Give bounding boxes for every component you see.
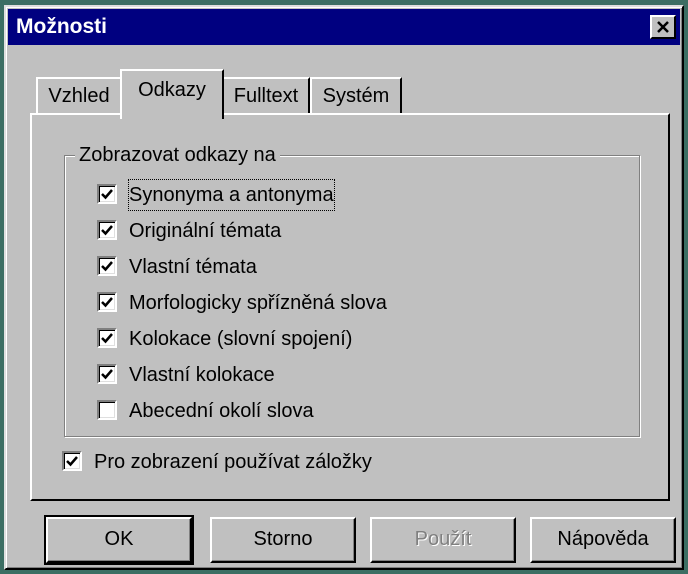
checkbox-label: Originální témata: [129, 220, 282, 242]
tab-panel-odkazy: Zobrazovat odkazy na Synonyma a antonyma…: [30, 113, 670, 501]
apply-button[interactable]: Použít: [370, 517, 516, 563]
ok-button[interactable]: OK: [44, 515, 194, 565]
tab-system[interactable]: Systém: [310, 77, 402, 115]
checkmark-icon: [101, 225, 113, 236]
checkbox-label: Vlastní kolokace: [129, 364, 275, 386]
checkmark-icon: [101, 369, 113, 380]
close-button[interactable]: [650, 15, 676, 39]
checkbox[interactable]: [97, 400, 117, 420]
checkbox[interactable]: [97, 364, 117, 384]
checkbox[interactable]: [97, 220, 117, 240]
checkbox[interactable]: [97, 256, 117, 276]
tab-vzhled[interactable]: Vzhled: [36, 77, 122, 115]
checkbox-label: Synonyma a antonyma: [128, 179, 335, 211]
checkmark-icon: [66, 456, 78, 467]
checkbox-label: Abecední okolí slova: [129, 400, 314, 422]
tab-odkazy[interactable]: Odkazy: [120, 69, 224, 119]
group-title: Zobrazovat odkazy na: [75, 142, 280, 168]
cancel-button[interactable]: Storno: [210, 517, 356, 563]
title-bar[interactable]: Možnosti: [8, 9, 680, 45]
checkmark-icon: [101, 261, 113, 272]
checkbox[interactable]: [97, 292, 117, 312]
close-icon: [657, 21, 669, 33]
checkmark-icon: [101, 333, 113, 344]
checkbox[interactable]: [62, 451, 82, 471]
options-dialog: Možnosti Vzhled Odkazy Fulltext Systém Z…: [4, 5, 684, 570]
checkbox[interactable]: [97, 328, 117, 348]
checkbox-label: Morfologicky spřízněná slova: [129, 292, 387, 314]
checkbox-label: Kolokace (slovní spojení): [129, 328, 353, 350]
checkbox-label: Vlastní témata: [129, 256, 257, 278]
help-button[interactable]: Nápověda: [530, 517, 676, 563]
tab-fulltext[interactable]: Fulltext: [222, 77, 310, 115]
window-title: Možnosti: [16, 15, 107, 38]
checkbox[interactable]: [97, 184, 117, 204]
checkbox-label: Pro zobrazení používat záložky: [94, 451, 372, 473]
checkmark-icon: [101, 297, 113, 308]
links-group-box: Zobrazovat odkazy na Synonyma a antonyma…: [64, 142, 640, 437]
checkmark-icon: [101, 189, 113, 200]
